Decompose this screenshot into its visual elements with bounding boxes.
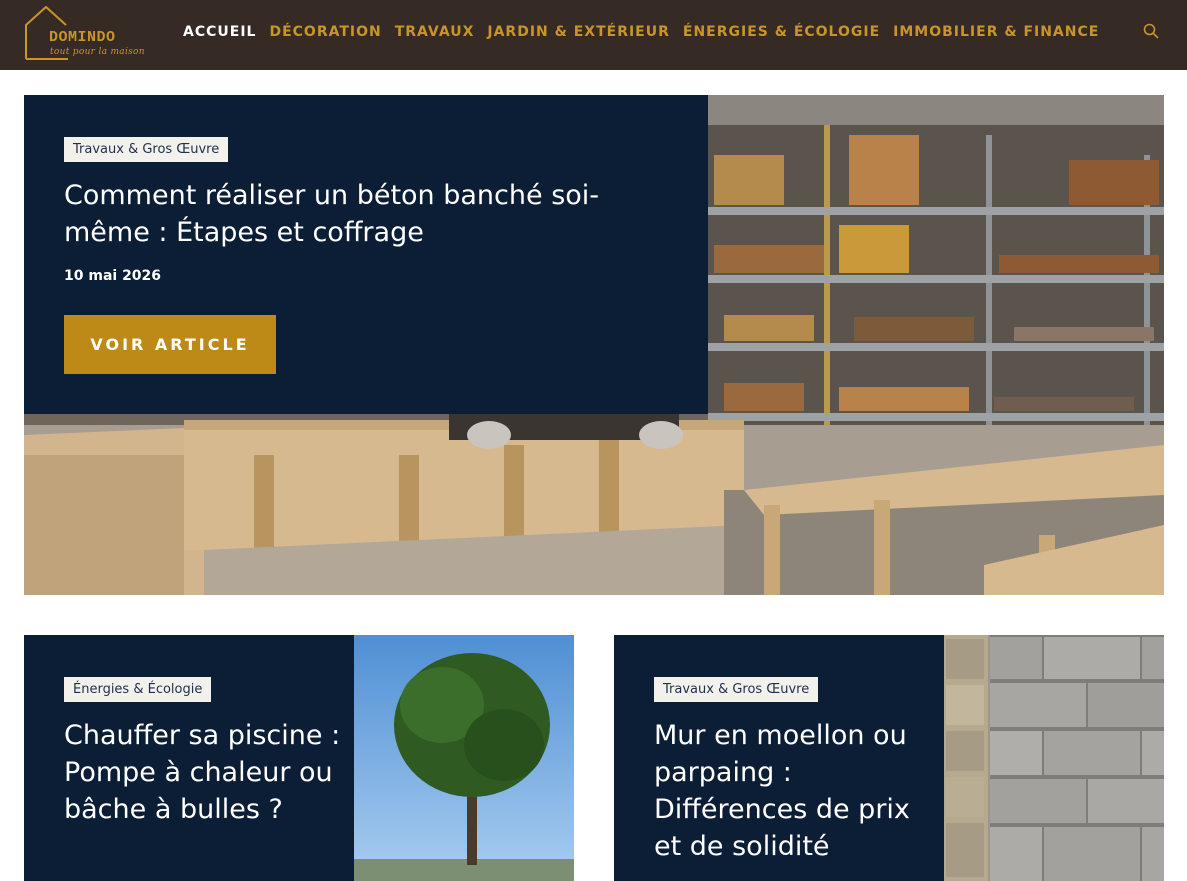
logo-name: DOMINDO [49,29,116,46]
nav-item-energies-ecologie[interactable]: ÉNERGIES & ÉCOLOGIE [683,24,880,40]
featured-article-date: 10 mai 2026 [64,268,162,284]
featured-article: Travaux & Gros Œuvre Comment réaliser un… [24,95,1164,595]
nav-item-decoration[interactable]: DÉCORATION [269,24,381,40]
featured-article-panel: Travaux & Gros Œuvre Comment réaliser un… [24,95,708,414]
article-card: Travaux & Gros Œuvre Mur en moellon ou p… [614,635,1164,881]
article-card: Énergies & Écologie Chauffer sa piscine … [24,635,574,881]
nav-item-immobilier-finance[interactable]: IMMOBILIER & FINANCE [893,24,1099,40]
read-article-button[interactable]: VOIR ARTICLE [64,315,276,374]
category-badge[interactable]: Énergies & Écologie [64,677,212,702]
article-card-panel: Travaux & Gros Œuvre Mur en moellon ou p… [614,635,944,881]
article-card-image[interactable] [944,635,1164,881]
site-header: DOMINDO tout pour la maison ACCUEIL DÉCO… [0,0,1187,70]
category-badge[interactable]: Travaux & Gros Œuvre [64,137,229,162]
search-icon[interactable] [1143,23,1159,39]
nav-item-travaux[interactable]: TRAVAUX [395,24,475,40]
logo-tagline: tout pour la maison [50,47,145,57]
main-nav: ACCUEIL DÉCORATION TRAVAUX JARDIN & EXTÉ… [183,22,1112,42]
article-card-title[interactable]: Chauffer sa piscine : Pompe à chaleur ou… [64,717,344,828]
article-card-title[interactable]: Mur en moellon ou parpaing : Différences… [654,717,934,865]
featured-article-title[interactable]: Comment réaliser un béton banché soi-mêm… [64,177,664,251]
site-logo[interactable]: DOMINDO tout pour la maison [24,5,166,63]
nav-item-accueil[interactable]: ACCUEIL [183,24,256,40]
article-card-image[interactable] [354,635,574,881]
nav-item-jardin-exterieur[interactable]: JARDIN & EXTÉRIEUR [487,24,670,40]
category-badge[interactable]: Travaux & Gros Œuvre [654,677,819,702]
article-card-panel: Énergies & Écologie Chauffer sa piscine … [24,635,354,881]
